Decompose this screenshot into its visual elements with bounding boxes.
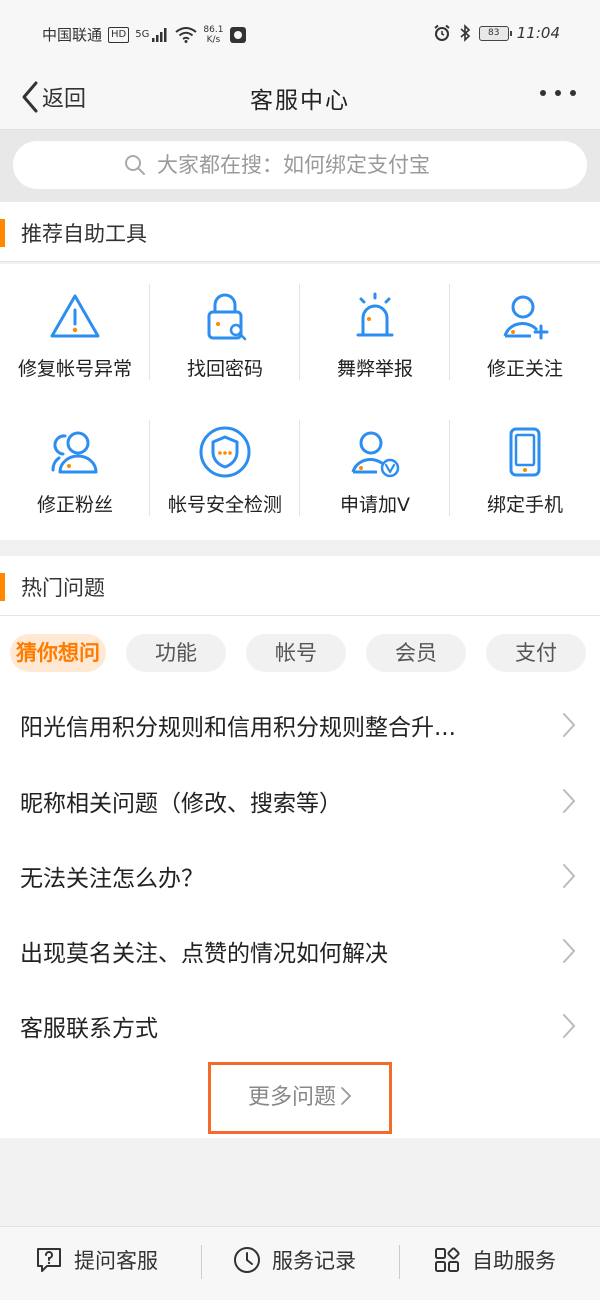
tool-label: 帐号安全检测	[167, 494, 282, 516]
user-add-icon	[503, 295, 549, 340]
more-questions-label: 更多问题	[247, 1085, 336, 1110]
question-text: 阳光信用积分规则和信用积分规则整合升...	[20, 715, 456, 741]
page-title: 客服中心	[250, 88, 350, 114]
carrier-label: 中国联通	[42, 26, 103, 44]
search-box[interactable]	[13, 141, 587, 189]
more-menu-icon[interactable]	[540, 90, 576, 96]
hot-section-header: 热门问题	[0, 556, 600, 616]
question-text: 昵称相关问题（修改、搜索等）	[20, 791, 342, 817]
section-gap	[0, 540, 600, 556]
tool-security-check[interactable]: 帐号安全检测	[150, 424, 300, 534]
tab-label: 服务记录	[272, 1249, 356, 1273]
question-row[interactable]: 阳光信用积分规则和信用积分规则整合升...	[0, 688, 600, 762]
warning-icon	[50, 294, 100, 338]
chip-account[interactable]: 帐号	[246, 634, 346, 672]
nav-bar: 返回 客服中心	[0, 66, 600, 130]
hd-badge: HD	[108, 26, 130, 43]
hot-questions: 猜你想问 功能 帐号 会员 支付 阳光信用积分规则和信用积分规则整合升... 昵…	[0, 616, 600, 1138]
tools-section-header: 推荐自助工具	[0, 202, 600, 262]
tool-label: 舞弊举报	[336, 358, 413, 380]
tab-ask-service[interactable]: 提问客服	[34, 1245, 158, 1275]
bottom-tab-bar: 提问客服 服务记录 自助服务	[0, 1226, 600, 1300]
status-bar: 中国联通 HD 5G 86.1 K/s 83 11:04	[0, 0, 600, 66]
chevron-right-icon	[563, 789, 576, 813]
section-accent-bar	[0, 219, 5, 247]
divider	[399, 1245, 400, 1279]
clock-icon	[234, 1247, 260, 1273]
shield-icon	[199, 426, 251, 478]
tab-label: 提问客服	[74, 1249, 158, 1273]
tool-find-password[interactable]: 找回密码	[150, 288, 300, 398]
tools-grid: 修复帐号异常 找回密码 舞弊举报 修正关注 修正粉丝 帐号安全检测 申请加V 绑…	[0, 264, 600, 540]
tool-report-fraud[interactable]: 舞弊举报	[300, 288, 450, 398]
net-speed-unit: K/s	[206, 34, 221, 45]
divider	[201, 1245, 202, 1279]
more-questions-button[interactable]: 更多问题	[208, 1062, 392, 1134]
category-chips: 猜你想问 功能 帐号 会员 支付	[10, 634, 586, 672]
question-row[interactable]: 客服联系方式	[0, 989, 600, 1063]
alarm-icon	[356, 292, 394, 337]
chip-guess[interactable]: 猜你想问	[10, 634, 106, 672]
signal-icon	[152, 27, 167, 42]
search-area	[0, 130, 600, 202]
question-chat-icon	[37, 1248, 61, 1272]
phone-icon	[509, 427, 541, 477]
tool-label: 修正粉丝	[36, 494, 113, 516]
question-row[interactable]: 出现莫名关注、点赞的情况如何解决	[0, 914, 600, 988]
tool-label: 绑定手机	[486, 494, 563, 516]
users-icon	[51, 431, 98, 474]
net-speed-value: 86.1	[203, 24, 224, 35]
tool-fix-fans[interactable]: 修正粉丝	[0, 424, 150, 534]
net-speed: 86.1 K/s	[203, 25, 223, 45]
camera-app-icon	[230, 26, 247, 43]
question-row[interactable]: 无法关注怎么办？	[0, 839, 600, 913]
chevron-right-icon	[341, 1087, 352, 1105]
tool-fix-following[interactable]: 修正关注	[450, 288, 600, 398]
chip-payment[interactable]: 支付	[486, 634, 586, 672]
bluetooth-icon	[460, 24, 470, 42]
wifi-icon	[175, 26, 197, 43]
tool-label: 申请加V	[340, 494, 410, 516]
tool-label: 找回密码	[186, 358, 263, 380]
tools-section-title: 推荐自助工具	[21, 222, 147, 246]
search-input[interactable]	[157, 153, 477, 177]
question-text: 出现莫名关注、点赞的情况如何解决	[20, 941, 388, 967]
user-verified-icon	[351, 431, 400, 478]
clock-time: 11:04	[516, 24, 560, 42]
alarm-clock-icon	[434, 24, 450, 41]
lock-icon	[207, 293, 247, 341]
tool-bind-phone[interactable]: 绑定手机	[450, 424, 600, 534]
question-text: 无法关注怎么办？	[20, 866, 204, 892]
chip-function[interactable]: 功能	[126, 634, 226, 672]
tool-label: 修复帐号异常	[17, 358, 132, 380]
tool-label: 修正关注	[486, 358, 563, 380]
tab-self-service[interactable]: 自助服务	[432, 1245, 556, 1275]
apps-icon	[435, 1247, 460, 1272]
network-label: 5G	[135, 29, 150, 40]
tab-label: 自助服务	[472, 1249, 556, 1273]
tab-service-records[interactable]: 服务记录	[232, 1245, 356, 1275]
tool-apply-verified[interactable]: 申请加V	[300, 424, 450, 534]
section-accent-bar	[0, 573, 5, 601]
tool-fix-account[interactable]: 修复帐号异常	[0, 288, 150, 398]
battery-icon: 83	[478, 25, 512, 41]
chevron-right-icon	[563, 864, 576, 888]
hot-section-title: 热门问题	[21, 576, 105, 600]
question-row[interactable]: 昵称相关问题（修改、搜索等）	[0, 764, 600, 838]
chevron-right-icon	[563, 713, 576, 737]
search-icon	[125, 155, 145, 175]
question-text: 客服联系方式	[20, 1016, 158, 1042]
chevron-right-icon	[563, 939, 576, 963]
chevron-right-icon	[563, 1014, 576, 1038]
chip-member[interactable]: 会员	[366, 634, 466, 672]
